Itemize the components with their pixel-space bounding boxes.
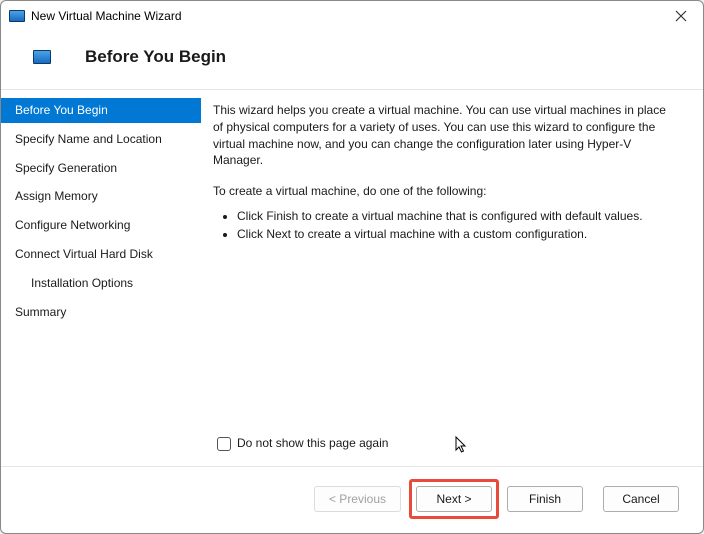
intro-text: This wizard helps you create a virtual m…	[213, 102, 679, 169]
sidebar-item-configure-networking[interactable]: Configure Networking	[1, 213, 201, 238]
close-button[interactable]	[667, 2, 695, 30]
sidebar-item-assign-memory[interactable]: Assign Memory	[1, 184, 201, 209]
sidebar-item-summary[interactable]: Summary	[1, 300, 201, 325]
window-title: New Virtual Machine Wizard	[31, 9, 667, 23]
bullet-item: Click Finish to create a virtual machine…	[237, 208, 679, 225]
body-section: Before You Begin Specify Name and Locatio…	[1, 89, 703, 466]
sidebar: Before You Begin Specify Name and Locatio…	[1, 90, 201, 466]
footer: < Previous Next > Finish Cancel	[1, 466, 703, 533]
finish-button[interactable]: Finish	[507, 486, 583, 512]
cancel-button[interactable]: Cancel	[603, 486, 679, 512]
sidebar-item-specify-generation[interactable]: Specify Generation	[1, 156, 201, 181]
dont-show-checkbox[interactable]	[217, 437, 231, 451]
titlebar: New Virtual Machine Wizard	[1, 1, 703, 31]
instruction-text: To create a virtual machine, do one of t…	[213, 183, 679, 200]
next-highlight: Next >	[409, 479, 499, 519]
app-icon	[9, 10, 25, 22]
bullet-list: Click Finish to create a virtual machine…	[213, 208, 679, 244]
previous-button: < Previous	[314, 486, 401, 512]
dont-show-label: Do not show this page again	[237, 435, 388, 452]
sidebar-item-specify-name-and-location[interactable]: Specify Name and Location	[1, 127, 201, 152]
sidebar-item-before-you-begin[interactable]: Before You Begin	[1, 98, 201, 123]
header-section: Before You Begin	[1, 31, 703, 89]
content-area: This wizard helps you create a virtual m…	[201, 90, 703, 466]
page-title: Before You Begin	[85, 47, 226, 67]
sidebar-item-connect-virtual-hard-disk[interactable]: Connect Virtual Hard Disk	[1, 242, 201, 267]
sidebar-item-installation-options[interactable]: Installation Options	[1, 271, 201, 296]
wizard-window: New Virtual Machine Wizard Before You Be…	[0, 0, 704, 534]
dont-show-row[interactable]: Do not show this page again	[217, 435, 679, 452]
next-button[interactable]: Next >	[416, 486, 492, 512]
wizard-icon	[33, 50, 51, 64]
bullet-item: Click Next to create a virtual machine w…	[237, 226, 679, 243]
